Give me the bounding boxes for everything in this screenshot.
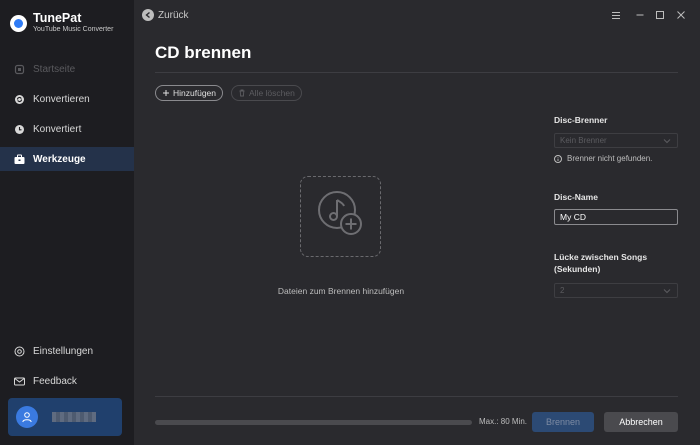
gear-icon [14, 346, 25, 357]
convert-icon [14, 94, 25, 105]
chevron-down-icon [663, 287, 671, 296]
burner-warning: Brenner nicht gefunden. [554, 154, 652, 163]
disc-burner-select[interactable]: Kein Brenner [554, 133, 678, 148]
user-name-redacted [52, 412, 96, 422]
sidebar: TunePat YouTube Music Converter Startsei… [0, 0, 134, 445]
gap-label: Lücke zwischen Songs (Sekunden) [554, 251, 647, 275]
cancel-button[interactable]: Abbrechen [604, 412, 678, 432]
page-title: CD brennen [155, 43, 252, 62]
add-button[interactable]: Hinzufügen [155, 85, 224, 101]
minimize-icon[interactable] [634, 9, 646, 21]
sidebar-item-konvertieren[interactable]: Konvertieren [0, 87, 134, 111]
sidebar-item-einstellungen[interactable]: Einstellungen [0, 339, 134, 363]
sidebar-item-label: Startseite [33, 63, 76, 75]
sidebar-item-label: Konvertiert [33, 123, 82, 135]
gap-select[interactable]: 2 [554, 283, 678, 298]
dropzone-hint: Dateien zum Brennen hinzufügen [277, 286, 405, 296]
clock-icon [14, 124, 25, 135]
add-label: Hinzufügen [173, 88, 217, 98]
menu-icon[interactable] [610, 9, 622, 21]
disc-burner-value: Kein Brenner [560, 136, 607, 145]
app-logo-icon [10, 14, 27, 32]
sidebar-item-label: Konvertieren [33, 93, 90, 105]
sidebar-item-label: Werkzeuge [33, 153, 86, 165]
gap-value: 2 [560, 286, 565, 295]
info-icon [554, 154, 562, 163]
burner-warning-text: Brenner nicht gefunden. [567, 154, 653, 163]
mail-icon [14, 376, 25, 387]
clear-all-button[interactable]: Alle löschen [231, 85, 302, 101]
sidebar-item-konvertiert[interactable]: Konvertiert [0, 117, 134, 141]
burn-button[interactable]: Brennen [532, 412, 594, 432]
disc-name-input[interactable]: My CD [554, 209, 678, 225]
footer-divider [155, 396, 678, 397]
app-name: TunePat [33, 11, 82, 25]
app-subtitle: YouTube Music Converter [33, 26, 114, 33]
back-label: Zurück [158, 9, 189, 21]
title-divider [155, 72, 678, 73]
chevron-down-icon [663, 137, 671, 146]
sidebar-item-feedback[interactable]: Feedback [0, 369, 134, 393]
disc-burner-label: Disc-Brenner [554, 115, 608, 125]
clear-all-label: Alle löschen [249, 88, 295, 98]
close-icon[interactable] [675, 9, 687, 21]
plus-icon [162, 89, 170, 97]
sidebar-item-startseite[interactable]: Startseite [0, 57, 134, 81]
toolbox-icon [14, 154, 25, 165]
user-account-card[interactable] [8, 398, 122, 436]
add-files-dropzone[interactable] [300, 176, 381, 257]
gap-label-line2: (Sekunden) [554, 264, 601, 274]
trash-icon [238, 89, 246, 97]
music-add-icon [315, 188, 367, 245]
back-arrow-icon [142, 9, 154, 21]
back-button[interactable]: Zurück [142, 9, 189, 21]
sidebar-item-label: Einstellungen [33, 345, 94, 357]
disc-name-value: My CD [560, 212, 586, 222]
home-icon [14, 64, 25, 75]
user-icon [16, 406, 38, 428]
main-panel: Zurück CD brennen Hinzufügen Alle lösche… [134, 0, 700, 445]
sidebar-item-werkzeuge[interactable]: Werkzeuge [0, 147, 134, 171]
capacity-max-text: Max.: 80 Min. [479, 417, 528, 426]
disc-name-label: Disc-Name [554, 192, 598, 202]
brand: TunePat YouTube Music Converter [10, 12, 113, 34]
sidebar-item-label: Feedback [33, 375, 77, 387]
capacity-bar [155, 420, 472, 425]
maximize-icon[interactable] [654, 9, 666, 21]
gap-label-line1: Lücke zwischen Songs [554, 252, 648, 262]
